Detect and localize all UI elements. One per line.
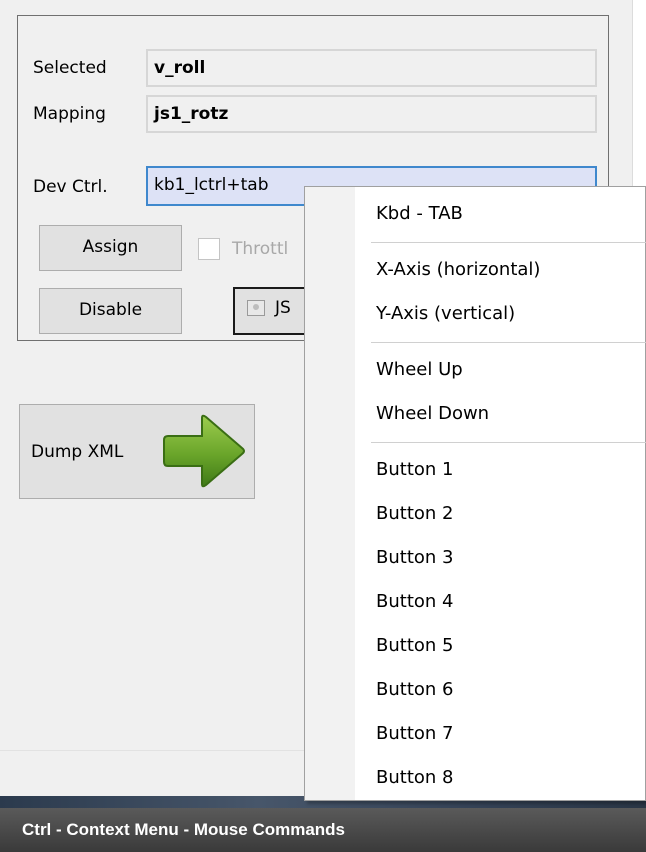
mapping-field: js1_rotz xyxy=(146,95,597,133)
assign-button[interactable]: Assign xyxy=(39,225,182,271)
green-arrow-right-icon xyxy=(163,414,245,488)
menu-item-x-axis[interactable]: X-Axis (horizontal) xyxy=(376,258,540,282)
selected-field: v_roll xyxy=(146,49,597,87)
menu-separator xyxy=(371,442,646,443)
menu-item-button-6[interactable]: Button 6 xyxy=(376,678,453,702)
mapping-label: Mapping xyxy=(33,104,106,124)
menu-item-button-3[interactable]: Button 3 xyxy=(376,546,453,570)
menu-item-wheel-up[interactable]: Wheel Up xyxy=(376,358,463,382)
js-button-label: JS xyxy=(275,298,291,318)
menu-item-button-5[interactable]: Button 5 xyxy=(376,634,453,658)
menu-icon-gutter xyxy=(305,187,355,800)
throttle-label: Throttl xyxy=(232,239,289,259)
menu-item-button-7[interactable]: Button 7 xyxy=(376,722,453,746)
joystick-icon xyxy=(247,300,265,316)
menu-item-y-axis[interactable]: Y-Axis (vertical) xyxy=(376,302,515,326)
devctrl-label: Dev Ctrl. xyxy=(33,177,108,197)
menu-item-button-1[interactable]: Button 1 xyxy=(376,458,453,482)
menu-item-button-2[interactable]: Button 2 xyxy=(376,502,453,526)
js-button[interactable]: JS xyxy=(233,287,313,335)
menu-item-button-8[interactable]: Button 8 xyxy=(376,766,453,790)
dump-xml-label: Dump XML xyxy=(31,442,124,462)
context-menu: Kbd - TAB X-Axis (horizontal) Y-Axis (ve… xyxy=(304,186,646,801)
menu-item-kbd-tab[interactable]: Kbd - TAB xyxy=(376,202,463,226)
selected-label: Selected xyxy=(33,58,107,78)
menu-item-wheel-down[interactable]: Wheel Down xyxy=(376,402,489,426)
menu-item-button-4[interactable]: Button 4 xyxy=(376,590,453,614)
menu-separator xyxy=(371,342,646,343)
throttle-checkbox[interactable] xyxy=(198,238,220,260)
disable-button[interactable]: Disable xyxy=(39,288,182,334)
menu-separator xyxy=(371,242,646,243)
dump-xml-button[interactable]: Dump XML xyxy=(19,404,255,499)
image-caption: Ctrl - Context Menu - Mouse Commands xyxy=(0,808,646,852)
